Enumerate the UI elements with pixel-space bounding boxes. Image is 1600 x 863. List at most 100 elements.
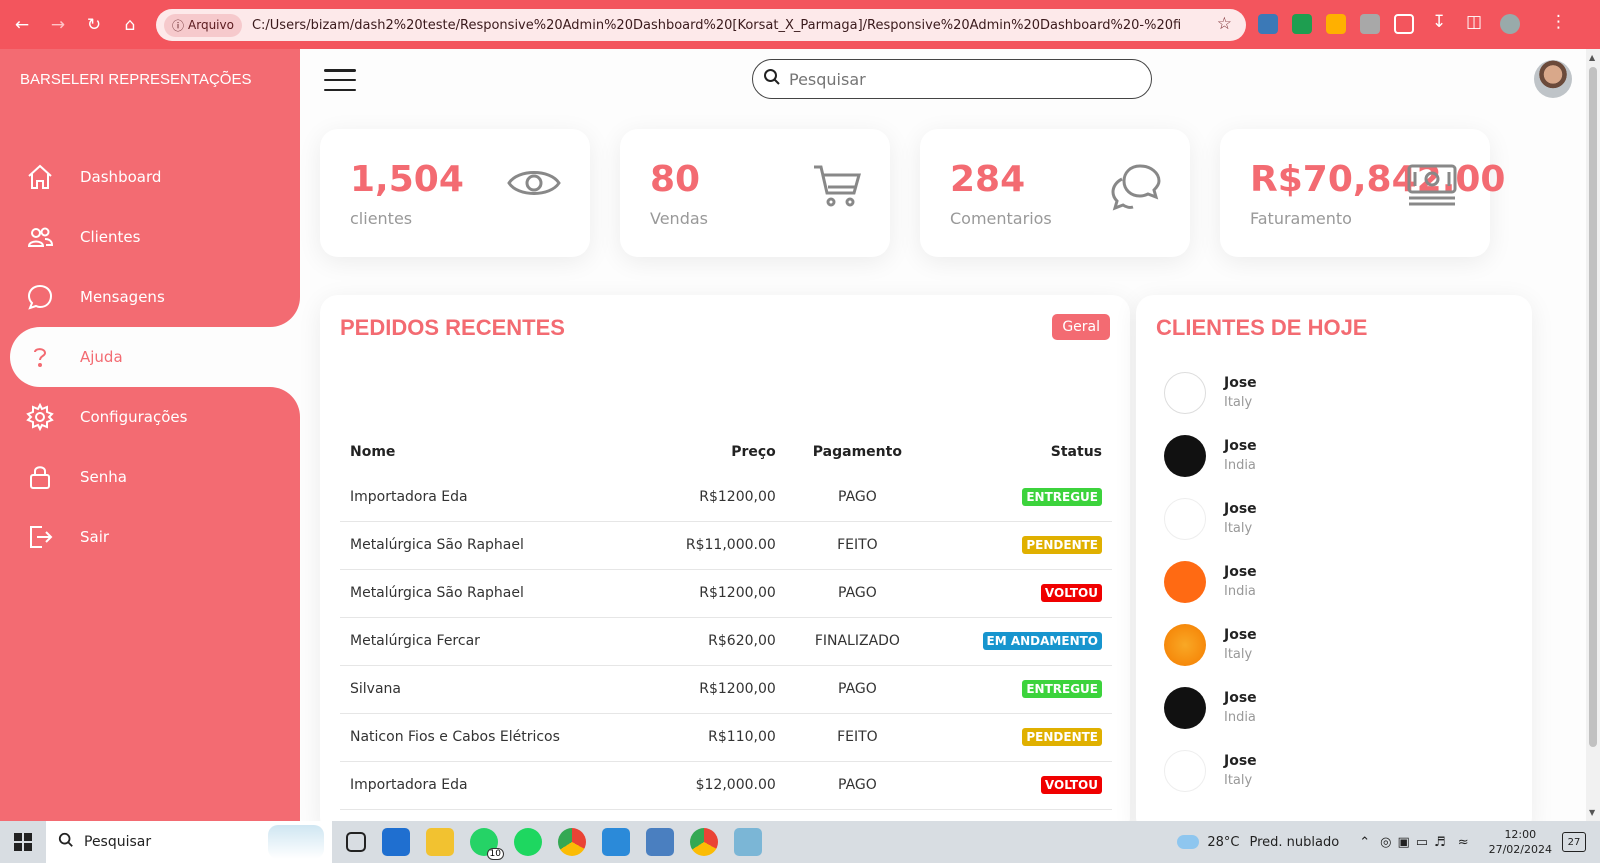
sidebar-item-label: Sair <box>80 528 110 546</box>
stat-label: Vendas <box>650 209 708 228</box>
sheets-extension-icon[interactable] <box>1292 14 1312 34</box>
system-tray: 28°C Pred. nublado ⌃ ◎▣▭♬ ≈ 12:00 27/02/… <box>1177 821 1600 863</box>
status-cell: PENDENTE <box>929 521 1112 570</box>
orders-table: Nome Preço Pagamento Status Importadora … <box>340 431 1112 810</box>
stat-card-vendas[interactable]: 80 Vendas <box>620 129 890 257</box>
bookmark-star-icon[interactable]: ☆ <box>1217 14 1232 34</box>
client-name: Jose <box>1224 564 1257 580</box>
table-row[interactable]: Naticon Fios e Cabos Elétricos R$110,00 FE… <box>340 713 1112 762</box>
menu-toggle-icon[interactable] <box>324 69 356 91</box>
chrome-icon[interactable] <box>558 828 586 856</box>
today-clients-title: CLIENTES DE HOJE <box>1156 315 1368 340</box>
wifi-icon[interactable]: ≈ <box>1458 835 1469 850</box>
forward-icon[interactable]: → <box>44 15 72 35</box>
list-item[interactable]: Jose India <box>1164 424 1257 487</box>
info-icon: ⓘ <box>172 18 185 33</box>
status-cell: PENDENTE <box>929 713 1112 762</box>
page-scrollbar[interactable]: ▲ ▼ <box>1586 49 1600 821</box>
stat-card-faturamento[interactable]: R$70,842.00 Faturamento <box>1220 129 1505 257</box>
sidebar-item-sair[interactable]: Sair <box>10 507 300 567</box>
avatar[interactable] <box>1534 60 1572 98</box>
stat-number: 1,504 <box>350 159 464 200</box>
weather-temp[interactable]: 28°C <box>1207 835 1239 850</box>
calculator-icon[interactable] <box>646 828 674 856</box>
sidebar-item-configuracoes[interactable]: Configurações <box>10 387 300 447</box>
sidebar-item-ajuda[interactable]: Ajuda <box>10 327 300 387</box>
order-name: Importadora Eda <box>340 473 642 522</box>
list-item[interactable]: Jose Italy <box>1164 613 1257 676</box>
search-input[interactable] <box>789 69 1129 89</box>
stat-card-comentarios[interactable]: 284 Comentarios <box>920 129 1190 257</box>
tray-icons[interactable]: ◎▣▭♬ <box>1380 835 1452 850</box>
vscode-icon[interactable] <box>602 828 630 856</box>
back-icon[interactable]: ← <box>8 15 36 35</box>
scroll-up-icon[interactable]: ▲ <box>1589 53 1595 62</box>
list-item[interactable]: Jose Italy <box>1164 739 1257 802</box>
order-name: Metalúrgica São Raphael <box>340 521 642 570</box>
list-item[interactable]: Jose Italy <box>1164 361 1257 424</box>
notification-icon[interactable]: 27 <box>1562 832 1586 852</box>
table-row[interactable]: Metalúrgica São Raphael R$1200,00 PAGO VOLT… <box>340 569 1112 618</box>
table-row[interactable]: Metalúrgica Fercar R$620,00 FINALIZADO EM A… <box>340 617 1112 666</box>
reload-icon[interactable]: ↻ <box>80 15 108 35</box>
client-logo <box>1164 371 1206 414</box>
client-logo <box>1164 623 1206 666</box>
sidepanel-icon[interactable]: ◫ <box>1466 12 1482 32</box>
client-name: Jose <box>1224 501 1257 517</box>
table-row[interactable]: Silvana R$1200,00 PAGO ENTREGUE <box>340 665 1112 714</box>
chrome-profile-icon[interactable] <box>690 828 718 856</box>
stat-label: Comentarios <box>950 209 1052 228</box>
store-icon[interactable] <box>382 828 410 856</box>
menu-dots-icon[interactable]: ⋮ <box>1550 12 1567 32</box>
security-badge[interactable]: ⓘ Arquivo <box>164 13 242 37</box>
recent-orders-panel: PEDIDOS RECENTES Geral Nome Preço Pagame… <box>320 295 1130 821</box>
table-row[interactable]: Importadora Eda R$1200,00 PAGO ENTREGUE <box>340 473 1112 522</box>
table-row[interactable]: Importadora Eda $12,000.00 PAGO VOLTOU <box>340 761 1112 810</box>
folder-icon[interactable] <box>426 828 454 856</box>
sidebar-item-label: Ajuda <box>80 348 123 366</box>
taskbar-search[interactable]: Pesquisar <box>46 821 332 863</box>
sidebar-item-clientes[interactable]: Clientes <box>10 207 300 267</box>
order-payment: PAGO <box>785 473 929 522</box>
table-row[interactable]: Metalúrgica São Raphael R$11,000.00 FEITO P… <box>340 521 1112 570</box>
windows-start-icon[interactable] <box>0 821 46 863</box>
sidebar-item-label: Senha <box>80 468 127 486</box>
weather-text[interactable]: Pred. nublado <box>1250 835 1340 850</box>
order-price: R$1200,00 <box>641 473 786 522</box>
order-price: R$620,00 <box>641 617 786 666</box>
sidebar-item-mensagens[interactable]: Mensagens <box>10 267 300 327</box>
home-button-icon[interactable]: ⌂ <box>116 15 144 35</box>
list-item[interactable]: Jose Italy <box>1164 487 1257 550</box>
sidebar-item-label: Dashboard <box>80 168 162 186</box>
clock[interactable]: 12:00 27/02/2024 <box>1489 827 1552 857</box>
client-name: Jose <box>1224 438 1257 454</box>
list-item[interactable]: Jose India <box>1164 676 1257 739</box>
puzzle-icon[interactable] <box>1394 14 1414 34</box>
scroll-down-icon[interactable]: ▼ <box>1589 808 1595 817</box>
order-payment: FEITO <box>785 713 929 762</box>
address-bar[interactable]: ⓘ Arquivo C:/Users/bizam/dash2%20teste/Re… <box>156 9 1246 41</box>
scroll-thumb[interactable] <box>1589 67 1597 747</box>
sidebar-item-label: Configurações <box>80 408 188 426</box>
sidebar-item-senha[interactable]: Senha <box>10 447 300 507</box>
list-item[interactable]: Jose India <box>1164 550 1257 613</box>
stats-cards: 1,504 clientes 80 Vendas 284 Comentarios… <box>320 129 1505 257</box>
chat-icon <box>26 283 54 311</box>
python-extension-icon[interactable] <box>1258 14 1278 34</box>
spotify-icon[interactable] <box>514 828 542 856</box>
s-extension-icon[interactable] <box>1360 14 1380 34</box>
chevron-up-icon[interactable]: ⌃ <box>1359 835 1370 850</box>
stat-card-clientes[interactable]: 1,504 clientes <box>320 129 590 257</box>
order-name: Metalúrgica Fercar <box>340 617 642 666</box>
sidebar-item-dashboard[interactable]: Dashboard <box>10 147 300 207</box>
profile-icon[interactable] <box>1500 14 1520 34</box>
client-country: Italy <box>1224 647 1253 662</box>
notes-icon[interactable] <box>734 828 762 856</box>
task-view-icon[interactable] <box>346 832 366 852</box>
taskbar: Pesquisar 10 28°C Pred. nublado ⌃ ◎▣▭♬ ≈… <box>0 821 1600 863</box>
chart-extension-icon[interactable] <box>1326 14 1346 34</box>
url-text[interactable]: C:/Users/bizam/dash2%20teste/Responsive%… <box>252 18 1182 33</box>
geral-button[interactable]: Geral <box>1052 314 1110 340</box>
whatsapp-icon[interactable]: 10 <box>470 828 504 860</box>
download-icon[interactable]: ↧ <box>1432 12 1446 32</box>
